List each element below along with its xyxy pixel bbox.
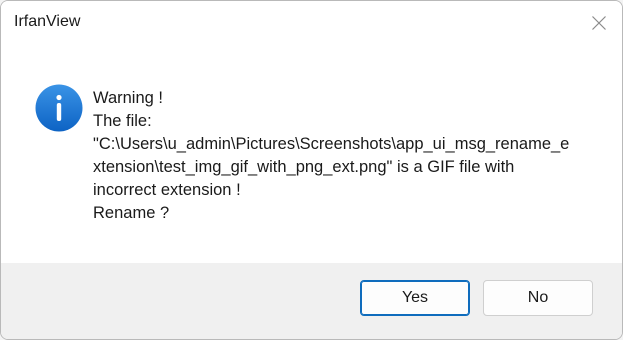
message-line-warning: Warning ! [93, 89, 163, 107]
message-line-file-label: The file: [93, 112, 152, 130]
message-text: Warning ! The file: "C:\Users\u_admin\Pi… [93, 87, 593, 225]
close-button[interactable] [582, 7, 616, 39]
window-title: IrfanView [14, 13, 81, 30]
yes-button[interactable]: Yes [360, 280, 470, 316]
message-line-extension: incorrect extension ! [93, 181, 241, 199]
close-icon [592, 16, 606, 30]
info-icon [35, 84, 83, 132]
message-dialog: IrfanView Warning ! The file: "C:\Users\… [0, 0, 623, 340]
message-line-question: Rename ? [93, 204, 170, 222]
title-bar: IrfanView [1, 1, 622, 45]
no-button[interactable]: No [483, 280, 593, 316]
message-line-path-cont: xtension\test_img_gif_with_png_ext.png" … [93, 158, 515, 176]
message-line-path: "C:\Users\u_admin\Pictures\Screenshots\a… [93, 135, 570, 153]
button-bar: Yes No [1, 263, 622, 339]
dialog-content: Warning ! The file: "C:\Users\u_admin\Pi… [1, 45, 622, 263]
